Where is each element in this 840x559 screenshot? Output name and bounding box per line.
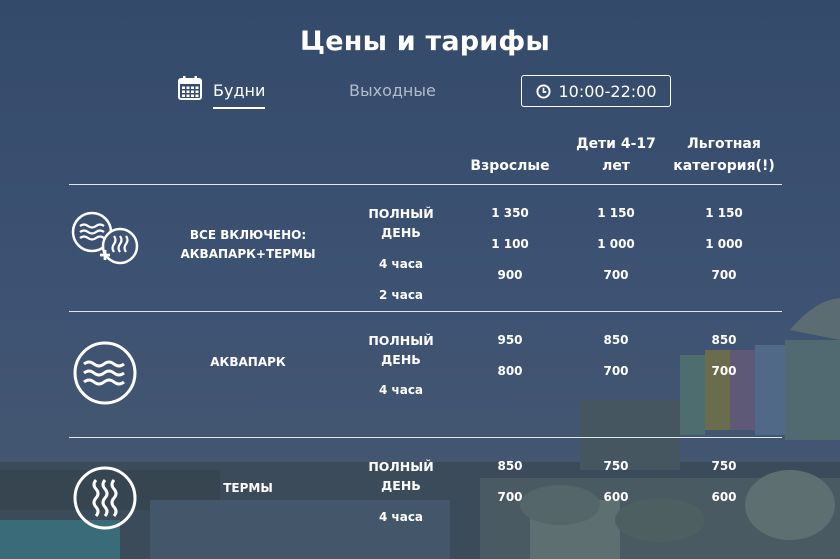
price-cell: 1 000 <box>705 237 743 251</box>
tab-weekdays-label: Будни <box>213 80 266 109</box>
table-divider <box>69 437 782 438</box>
price-cell: 850 <box>497 459 523 473</box>
price-cell: 850 <box>603 333 629 347</box>
tab-weekends[interactable]: Выходные <box>349 80 436 102</box>
duration-label: 4 часа <box>378 257 424 271</box>
price-cell: 600 <box>711 490 737 504</box>
price-cell: 700 <box>603 268 629 282</box>
price-cell: 700 <box>711 268 737 282</box>
price-cell: 700 <box>711 364 737 378</box>
service-name: ВСЕ ВКЛЮЧЕНО: АКВАПАРК+ТЕРМЫ <box>180 228 316 261</box>
price-cell: 1 150 <box>597 206 635 220</box>
price-cell: 800 <box>497 364 523 378</box>
price-cell: 750 <box>603 459 629 473</box>
price-cell: 700 <box>497 490 523 504</box>
price-cell: 900 <box>497 268 523 282</box>
table-divider <box>69 311 782 312</box>
duration-label: 4 часа <box>378 510 424 524</box>
calendar-icon <box>178 76 202 100</box>
price-cell: 1 000 <box>597 237 635 251</box>
opening-hours-text: 10:00-22:00 <box>558 81 657 101</box>
table-divider <box>69 184 782 185</box>
page-title: Цены и тарифы <box>299 26 551 57</box>
price-cell: 700 <box>603 364 629 378</box>
clock-icon <box>535 83 551 99</box>
column-header-adults: Взрослые <box>470 158 550 174</box>
price-cell: 1 150 <box>705 206 743 220</box>
heat-waves-icon <box>73 466 137 530</box>
tab-weekdays[interactable]: Будни <box>178 76 266 110</box>
duration-full-day: ПОЛНЫЙ ДЕНЬ <box>368 333 434 367</box>
column-header-kids: Дети 4-17 лет <box>576 136 656 174</box>
service-name: ТЕРМЫ <box>223 481 273 495</box>
price-cell: 850 <box>711 333 737 347</box>
waves-icon <box>73 341 137 405</box>
price-cell: 1 350 <box>491 206 529 220</box>
waves-plus-heat-icon <box>71 211 139 265</box>
service-name: АКВАПАРК <box>210 355 286 369</box>
price-cell: 1 100 <box>491 237 529 251</box>
duration-label: 4 часа <box>378 383 424 397</box>
price-cell: 750 <box>711 459 737 473</box>
column-header-discount: Льготная категория(!) <box>673 136 775 174</box>
opening-hours-badge: 10:00-22:00 <box>521 75 671 107</box>
duration-full-day: ПОЛНЫЙ ДЕНЬ <box>368 206 434 240</box>
duration-full-day: ПОЛНЫЙ ДЕНЬ <box>368 459 434 493</box>
duration-label: 2 часа <box>378 288 424 302</box>
price-cell: 950 <box>497 333 523 347</box>
price-cell: 600 <box>603 490 629 504</box>
